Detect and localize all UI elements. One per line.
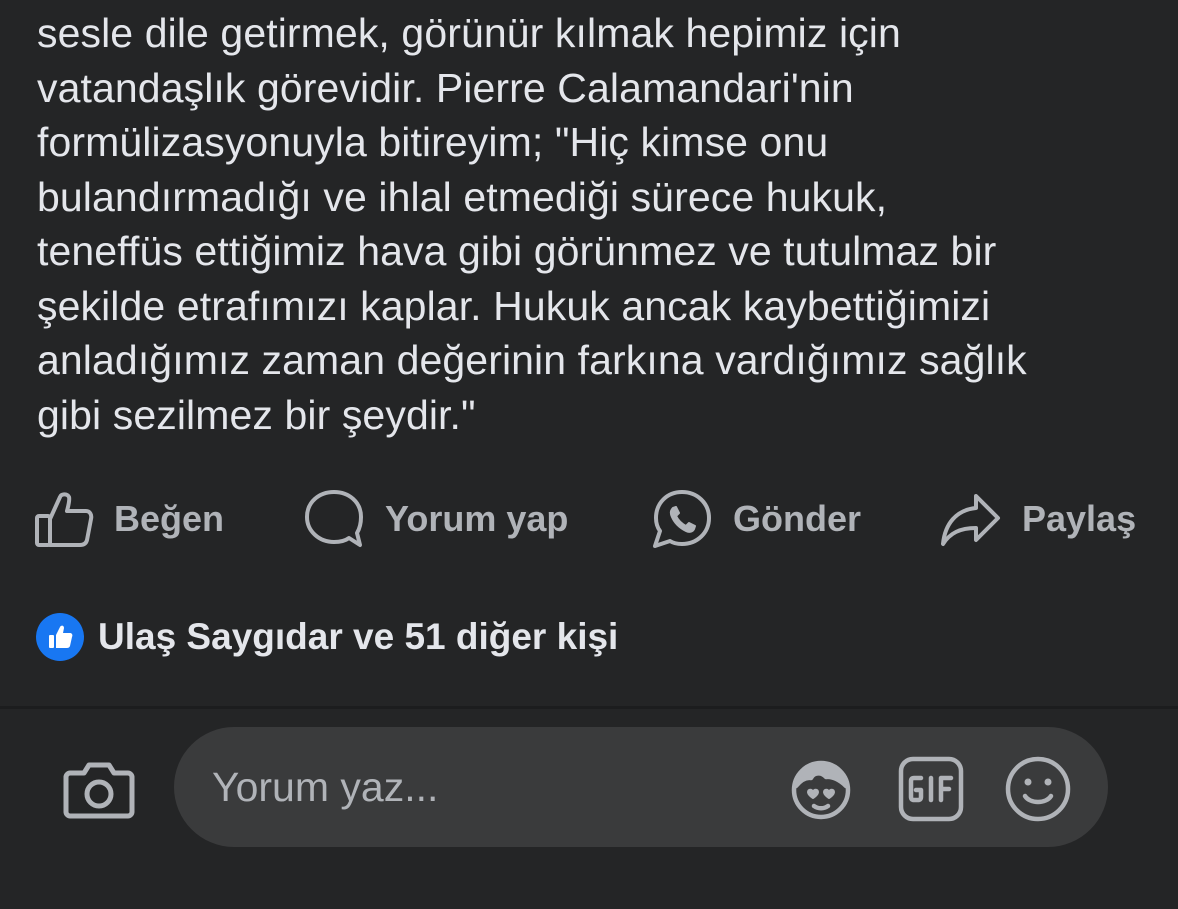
reactions-text: Ulaş Saygıdar ve 51 diğer kişi (98, 616, 619, 657)
like-label: Beğen (114, 498, 225, 539)
post-text-line: formülizasyonuyla bitireyim; "Hiç kimse … (37, 119, 829, 165)
emoji-smiley-icon[interactable] (1003, 754, 1073, 824)
avatar-sticker-icon[interactable] (786, 754, 856, 824)
comment-button[interactable]: Yorum yap (303, 484, 568, 554)
reactions-summary[interactable]: Ulaş Saygıdar ve 51 diğer kişi (36, 612, 618, 662)
camera-icon[interactable] (62, 756, 136, 822)
share-button[interactable]: Paylaş (940, 484, 1136, 554)
share-label: Paylaş (1022, 498, 1137, 539)
post-text-line: bulandırmadığı ve ihlal etmediği sürece … (37, 173, 888, 220)
comment-input[interactable] (212, 727, 772, 847)
post-text-line: anladığımız zaman değerinin farkına vard… (37, 337, 1027, 383)
post-text-line: şekilde etrafımızı kaplar. Hukuk ancak k… (37, 282, 991, 329)
send-label: Gönder (733, 498, 862, 539)
like-reaction-badge-icon (36, 613, 84, 661)
post-text-line: gibi sezilmez bir şeydir." (37, 391, 476, 438)
send-button[interactable]: Gönder (651, 484, 861, 554)
like-button[interactable]: Beğen (34, 484, 224, 554)
comment-label: Yorum yap (385, 498, 569, 539)
comment-field[interactable] (174, 727, 1108, 847)
post-text-line: vatandaşlık görevidir. Pierre Calamandar… (37, 64, 854, 111)
post-action-bar: Beğen Yorum yap Gönder Paylaş (0, 484, 1178, 554)
post-text-line: sesle dile getirmek, görünür kılmak hepi… (37, 10, 901, 56)
thumbs-up-outline-icon (34, 489, 94, 549)
gif-icon[interactable] (896, 754, 966, 824)
post-text: sesle dile getirmek, görünür kılmak hepi… (37, 6, 1157, 442)
share-arrow-icon (940, 488, 1002, 550)
speech-bubble-icon (303, 488, 365, 550)
comment-composer (0, 709, 1178, 909)
post-text-line: teneffüs ettiğimiz hava gibi görünmez ve… (37, 228, 997, 274)
whatsapp-icon (651, 488, 713, 550)
